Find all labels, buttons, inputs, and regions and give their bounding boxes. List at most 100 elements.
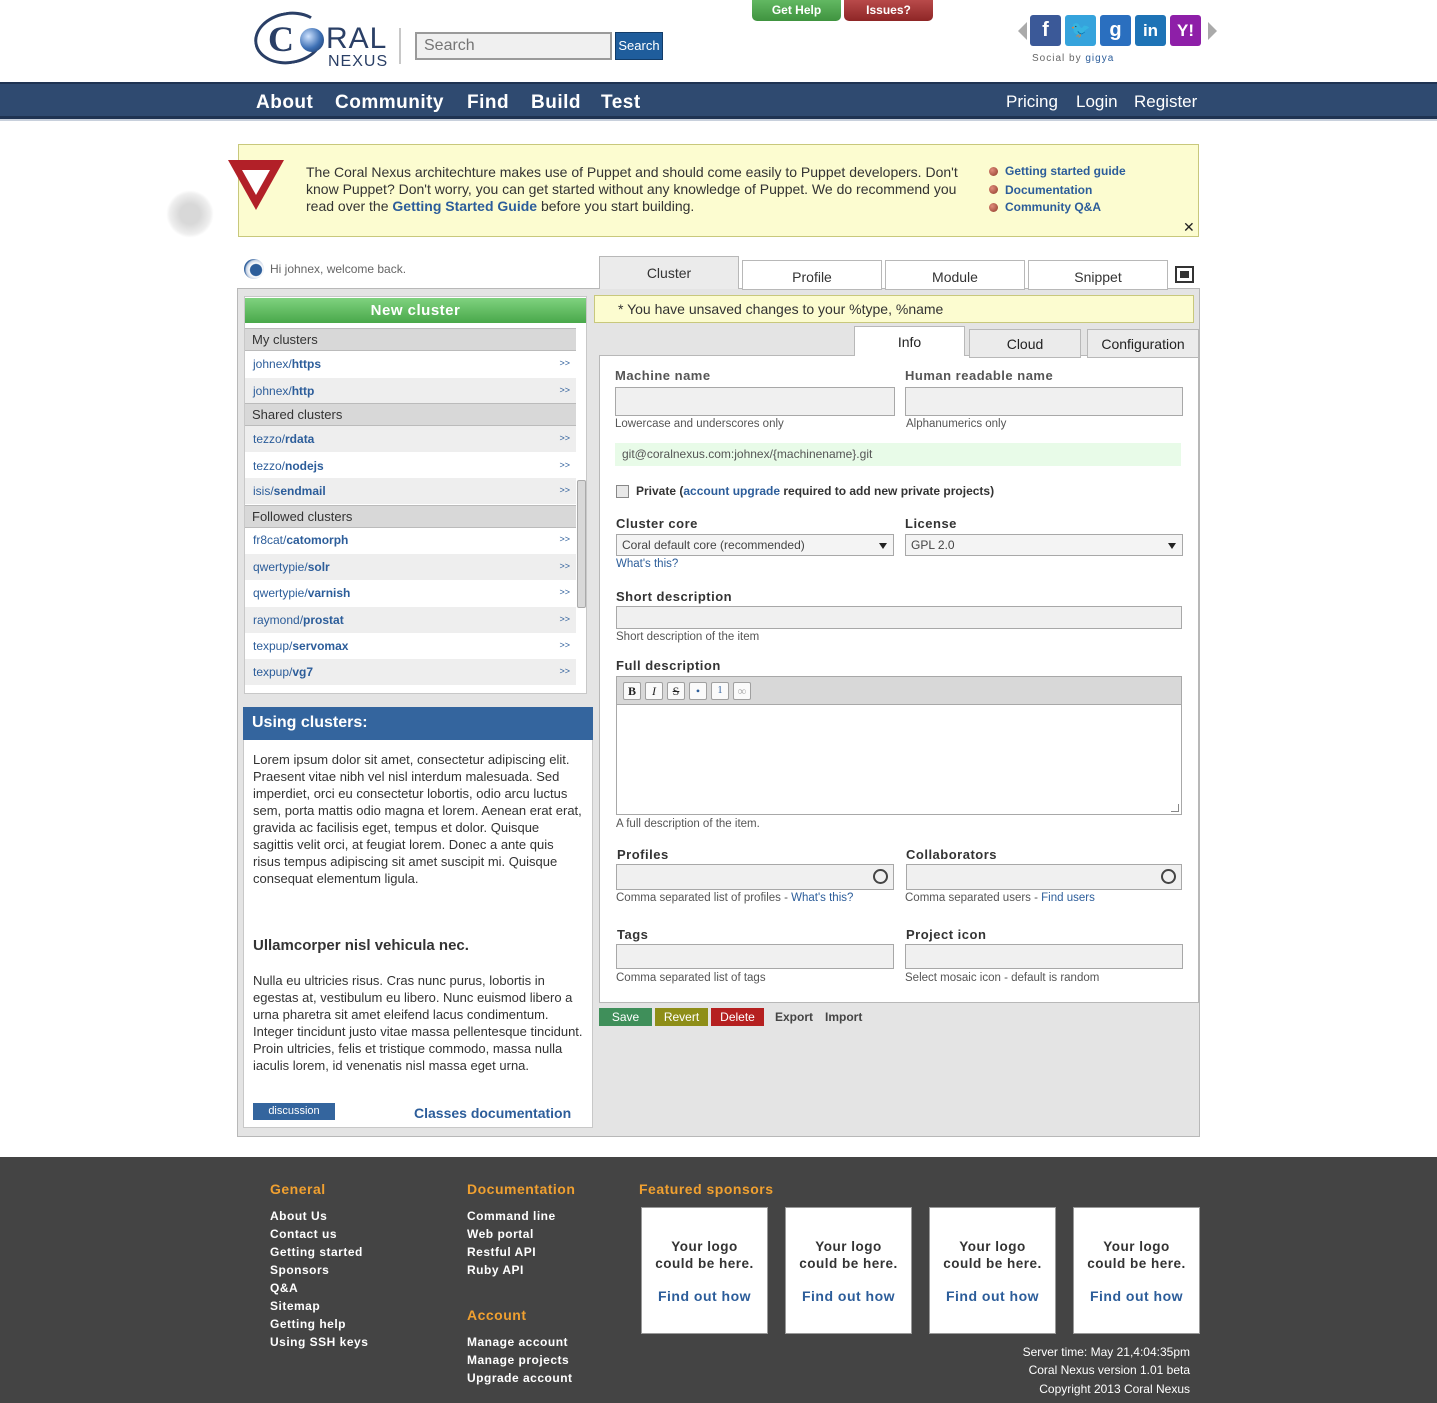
subtab-configuration[interactable]: Configuration — [1087, 329, 1199, 358]
tab-profile[interactable]: Profile — [742, 260, 882, 290]
resize-grip-icon[interactable] — [1171, 804, 1179, 812]
nav-community[interactable]: Community — [335, 92, 444, 114]
sponsor-link[interactable]: Find out how — [1074, 1288, 1199, 1304]
delete-button[interactable]: Delete — [711, 1008, 764, 1026]
strikethrough-icon[interactable]: S — [667, 682, 685, 700]
discussion-button[interactable]: discussion — [253, 1103, 335, 1120]
numbered-list-icon[interactable]: 1 — [711, 682, 729, 700]
bullet-list-icon[interactable]: • — [689, 682, 707, 700]
footer-link[interactable]: Contact us — [270, 1227, 337, 1241]
chevron-right-icon[interactable]: >> — [559, 433, 570, 443]
footer-link[interactable]: Using SSH keys — [270, 1335, 368, 1349]
tags-input[interactable] — [616, 944, 894, 969]
getting-started-link[interactable]: Getting Started Guide — [392, 198, 537, 214]
chevron-right-icon[interactable]: >> — [559, 640, 570, 650]
footer-link[interactable]: Manage account — [467, 1335, 568, 1349]
footer-link[interactable]: Upgrade account — [467, 1371, 573, 1385]
subtab-info[interactable]: Info — [854, 326, 965, 356]
link-community-qa[interactable]: Community Q&A — [1005, 200, 1101, 214]
nav-about[interactable]: About — [256, 92, 313, 114]
profiles-input[interactable] — [616, 864, 894, 890]
sponsor-slot[interactable]: Your logo could be here. Find out how — [641, 1207, 768, 1334]
link-getting-started-guide[interactable]: Getting started guide — [1005, 164, 1126, 178]
project-icon-input[interactable] — [905, 944, 1183, 969]
export-link[interactable]: Export — [775, 1010, 813, 1024]
social-prev-arrow-icon[interactable] — [1018, 22, 1027, 40]
find-users-link[interactable]: Find users — [1041, 892, 1095, 904]
footer-link[interactable]: Command line — [467, 1209, 556, 1223]
chevron-right-icon[interactable]: >> — [559, 460, 570, 470]
yahoo-icon[interactable]: Y! — [1170, 15, 1201, 46]
new-cluster-button[interactable]: New cluster — [245, 298, 586, 323]
list-item[interactable]: tezzo/rdata >> — [245, 426, 576, 452]
list-item[interactable]: qwertypie/solr >> — [245, 554, 576, 580]
footer-link[interactable]: Sitemap — [270, 1299, 320, 1313]
list-item[interactable]: texpup/servomax >> — [245, 633, 576, 659]
chevron-right-icon[interactable]: >> — [559, 587, 570, 597]
link-documentation[interactable]: Documentation — [1005, 183, 1092, 197]
human-name-input[interactable] — [905, 387, 1183, 416]
close-icon[interactable]: ✕ — [1183, 219, 1195, 236]
import-link[interactable]: Import — [825, 1010, 862, 1024]
facebook-icon[interactable]: f — [1030, 15, 1061, 46]
list-item[interactable]: texpup/vg7 >> — [245, 659, 576, 685]
profiles-help-link[interactable]: What's this? — [791, 892, 853, 904]
chevron-right-icon[interactable]: >> — [559, 385, 570, 395]
revert-button[interactable]: Revert — [655, 1008, 708, 1026]
footer-link[interactable]: Web portal — [467, 1227, 534, 1241]
twitter-icon[interactable]: 🐦 — [1065, 15, 1096, 46]
subtab-cloud[interactable]: Cloud — [969, 329, 1081, 358]
nav-build[interactable]: Build — [531, 92, 581, 114]
chevron-right-icon[interactable]: >> — [559, 358, 570, 368]
google-icon[interactable]: g — [1100, 15, 1131, 46]
private-checkbox[interactable] — [616, 485, 629, 498]
sponsor-link[interactable]: Find out how — [642, 1288, 767, 1304]
short-description-input[interactable] — [616, 606, 1182, 629]
list-item[interactable]: johnex/http >> — [245, 378, 576, 404]
sponsor-slot[interactable]: Your logo could be here. Find out how — [929, 1207, 1056, 1334]
footer-link[interactable]: Ruby API — [467, 1263, 524, 1277]
chevron-right-icon[interactable]: >> — [559, 561, 570, 571]
classes-documentation-link[interactable]: Classes documentation — [414, 1105, 571, 1121]
sponsor-slot[interactable]: Your logo could be here. Find out how — [1073, 1207, 1200, 1334]
save-button[interactable]: Save — [599, 1008, 652, 1026]
license-select[interactable]: GPL 2.0 — [905, 534, 1183, 556]
nav-test[interactable]: Test — [601, 92, 641, 114]
footer-link[interactable]: Restful API — [467, 1245, 536, 1259]
chevron-right-icon[interactable]: >> — [559, 666, 570, 676]
footer-link[interactable]: Q&A — [270, 1281, 298, 1295]
footer-link[interactable]: About Us — [270, 1209, 327, 1223]
bold-icon[interactable]: B — [623, 682, 641, 700]
list-item[interactable]: raymond/prostat >> — [245, 607, 576, 633]
tab-cluster[interactable]: Cluster — [599, 256, 739, 289]
sponsor-link[interactable]: Find out how — [786, 1288, 911, 1304]
search-input[interactable] — [415, 32, 612, 60]
list-item[interactable]: johnex/https >> — [245, 351, 576, 377]
get-help-tab[interactable]: Get Help — [752, 0, 841, 21]
nav-find[interactable]: Find — [467, 92, 509, 114]
link-icon[interactable]: ∞ — [733, 682, 751, 700]
list-item[interactable]: fr8cat/catomorph >> — [245, 527, 576, 553]
tab-snippet[interactable]: Snippet — [1028, 260, 1168, 290]
cluster-core-select[interactable]: Coral default core (recommended) — [616, 534, 894, 556]
nav-register[interactable]: Register — [1134, 92, 1197, 112]
footer-link[interactable]: Getting started — [270, 1245, 363, 1259]
social-next-arrow-icon[interactable] — [1208, 22, 1217, 40]
italic-icon[interactable]: I — [645, 682, 663, 700]
fullscreen-icon[interactable] — [1175, 266, 1194, 283]
search-button[interactable]: Search — [615, 32, 663, 60]
chevron-right-icon[interactable]: >> — [559, 534, 570, 544]
sponsor-slot[interactable]: Your logo could be here. Find out how — [785, 1207, 912, 1334]
machine-name-input[interactable] — [615, 387, 895, 416]
list-item[interactable]: isis/sendmail >> — [245, 478, 576, 504]
footer-link[interactable]: Getting help — [270, 1317, 346, 1331]
nav-login[interactable]: Login — [1076, 92, 1118, 112]
nav-pricing[interactable]: Pricing — [1006, 92, 1058, 112]
tab-module[interactable]: Module — [885, 260, 1025, 290]
cluster-list-scrollbar[interactable] — [577, 480, 586, 608]
footer-link[interactable]: Manage projects — [467, 1353, 569, 1367]
collaborators-input[interactable] — [906, 864, 1182, 890]
linkedin-icon[interactable]: in — [1135, 15, 1166, 46]
chevron-right-icon[interactable]: >> — [559, 614, 570, 624]
logo-text[interactable]: RAL — [326, 22, 387, 56]
